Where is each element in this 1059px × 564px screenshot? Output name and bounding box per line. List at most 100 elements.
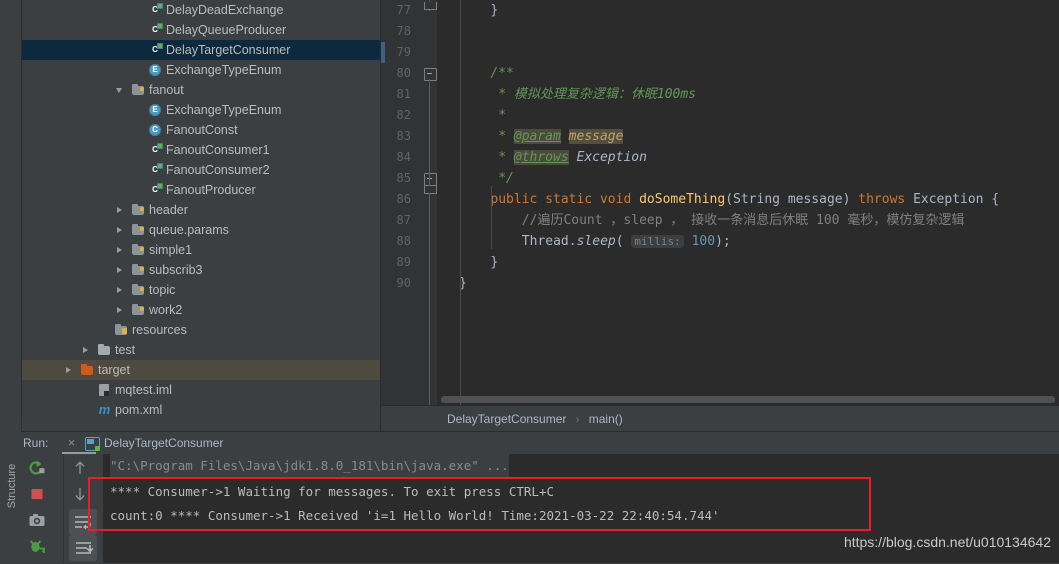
camera-icon[interactable] [27,510,55,536]
java-class-runnable-icon [148,20,163,40]
run-label: Run: [23,436,49,450]
run-tab-label[interactable]: DelayTargetConsumer [104,432,223,454]
tree-item[interactable]: ExchangeTypeEnum [21,100,380,120]
fold-collapse-box[interactable] [424,68,437,81]
rerun-icon[interactable] [27,458,55,484]
tree-item[interactable]: FanoutConst [21,120,380,140]
tree-item[interactable]: DelayTargetConsumer [21,40,380,60]
close-icon[interactable]: × [66,436,77,449]
folder-icon [97,340,112,360]
debug-icon[interactable] [27,536,55,562]
code-line[interactable]: } [437,0,498,21]
scroll-to-end-icon[interactable] [69,535,97,561]
code-line[interactable]: } [437,273,467,294]
tree-item[interactable]: work2 [21,300,380,320]
chevron-right-icon[interactable] [116,280,125,300]
code-token: millis: [631,235,684,248]
breadcrumb-class[interactable]: DelayTargetConsumer [447,412,566,426]
tree-item-label: FanoutConst [166,123,238,137]
target-folder-icon [80,360,95,380]
tree-item-label: pom.xml [115,403,163,417]
code-line[interactable]: /** [437,63,513,84]
java-enum-icon [148,60,163,80]
tree-item[interactable]: fanout [21,80,380,100]
console-command-line: "C:\Program Files\Java\jdk1.8.0_181\bin\… [110,454,509,478]
tree-item[interactable]: simple1 [21,240,380,260]
tree-item-label: FanoutConsumer1 [166,143,270,157]
editor-code-area[interactable]: } /** * 模拟处理复杂逻辑：休眠100ms * * @param messa… [437,0,1059,406]
stop-icon[interactable] [27,484,55,510]
breadcrumb-method[interactable]: main() [589,412,623,426]
code-line[interactable]: */ [437,168,514,189]
code-token: 100 [691,234,716,249]
code-line[interactable] [437,42,459,63]
tree-item[interactable]: DelayQueueProducer [21,20,380,40]
code-token: Thread. [521,234,577,249]
scroll-down-icon[interactable] [70,484,98,510]
tree-item[interactable]: header [21,200,380,220]
console-output-line: count:0 **** Consumer->1 Received 'i=1 H… [110,508,720,523]
line-number: 90 [396,276,411,290]
scroll-up-icon[interactable] [70,458,98,484]
tree-item[interactable]: mqtest.iml [21,380,380,400]
package-folder-icon [131,200,146,220]
chevron-right-icon[interactable] [116,300,125,320]
fold-end-marker-2[interactable] [424,186,437,194]
chevron-right-icon[interactable] [116,220,125,240]
line-number: 87 [396,213,411,227]
code-line[interactable]: Thread.sleep( millis: 100); [437,231,731,252]
tree-item[interactable]: FanoutConsumer1 [21,140,380,160]
chevron-right-icon[interactable] [65,360,74,380]
code-line[interactable]: * @param message [437,126,624,147]
tree-item[interactable]: DelayDeadExchange [21,0,380,20]
editor-gutter[interactable]: 77 78 79 80 81 82 83 84 85 86 87 88 89 90 [381,0,437,406]
chevron-right-icon[interactable] [82,340,91,360]
code-token: sleep [576,234,616,249]
fold-guide[interactable] [429,173,430,187]
soft-wrap-icon[interactable] [69,509,97,535]
tree-item[interactable]: subscrib3 [21,260,380,280]
fold-end-marker[interactable] [424,2,437,10]
tree-item[interactable]: queue.params [21,220,380,240]
code-token: (String message) [725,192,859,207]
tree-item-label: subscrib3 [149,263,203,277]
tree-item-label: resources [132,323,187,337]
fold-guide[interactable] [429,196,430,406]
code-editor[interactable]: 77 78 79 80 81 82 83 84 85 86 87 88 89 90 } /** * 模拟处理… [381,0,1059,406]
code-line[interactable]: * @throws Exception [437,147,647,168]
tree-item[interactable]: pom.xml [21,400,380,418]
code-token: //遍历Count ，sleep ， 接收一条消息后休眠 100 毫秒，模仿复杂… [521,213,965,228]
code-line[interactable]: * 模拟处理复杂逻辑：休眠100ms [437,84,696,105]
tree-item[interactable]: resources [21,320,380,340]
code-line[interactable]: //遍历Count ，sleep ， 接收一条消息后休眠 100 毫秒，模仿复杂… [437,210,965,231]
code-line[interactable]: * [437,105,506,126]
tree-item[interactable]: FanoutConsumer2 [21,160,380,180]
chevron-right-icon[interactable] [116,240,125,260]
tree-item-label: DelayDeadExchange [166,3,284,17]
editor-horizontal-scrollbar[interactable] [441,396,1055,403]
fold-guide[interactable] [429,79,430,185]
chevron-right-icon[interactable] [116,200,125,220]
structure-tool-button[interactable]: Structure [6,450,18,522]
idea-window: Structure DelayDeadExchange DelayQueuePro… [0,0,1059,563]
maven-pom-icon [97,400,112,418]
tree-item[interactable]: target [21,360,380,380]
project-tree-panel[interactable]: DelayDeadExchange DelayQueueProducer Delay… [21,0,380,418]
tree-item[interactable]: FanoutProducer [21,180,380,200]
fold-collapse-box-2[interactable] [424,173,437,186]
chevron-right-icon[interactable] [116,260,125,280]
code-token: 模拟处理复杂逻辑：休眠100ms [513,87,697,102]
tree-item[interactable]: test [21,340,380,360]
tree-item[interactable]: ExchangeTypeEnum [21,60,380,80]
code-line[interactable] [437,21,459,42]
tree-left-divider [21,0,22,418]
line-number: 79 [396,45,411,59]
java-class-icon [148,120,163,140]
code-line[interactable]: public static void doSomeThing(String me… [437,189,999,210]
chevron-down-icon[interactable] [116,80,125,100]
java-class-runnable-icon [148,0,163,20]
code-line[interactable]: } [437,252,498,273]
tree-item[interactable]: topic [21,280,380,300]
